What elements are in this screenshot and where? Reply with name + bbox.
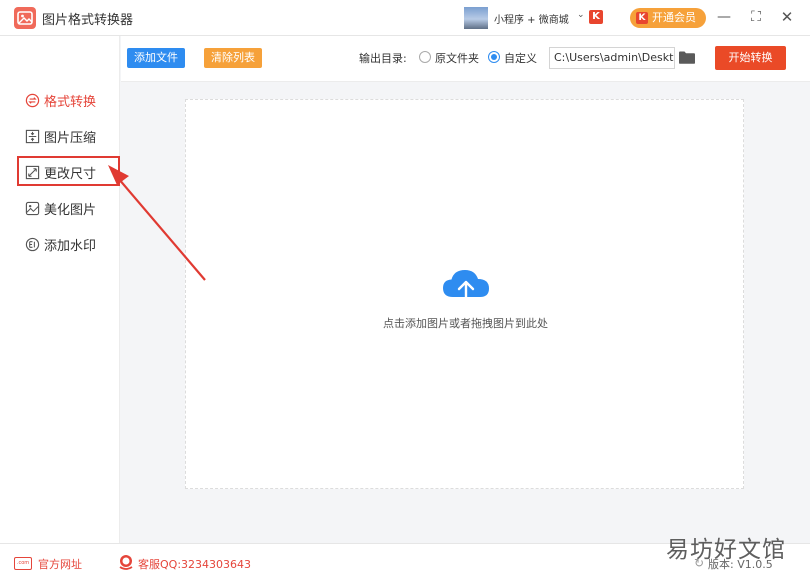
customer-service-icon[interactable] <box>117 553 135 574</box>
format-convert-icon <box>24 92 40 108</box>
folder-icon[interactable] <box>679 51 695 67</box>
watermark-icon <box>24 236 40 252</box>
radio-original-label[interactable]: 原文件夹 <box>435 50 479 66</box>
vip-button[interactable]: K 开通会员 <box>630 8 706 28</box>
beautify-icon <box>24 200 40 216</box>
minimize-button[interactable]: — <box>713 6 735 28</box>
output-dir-label: 输出目录: <box>359 52 407 65</box>
resize-highlight-annotation <box>17 156 120 186</box>
sidebar <box>0 36 120 543</box>
radio-custom-folder[interactable] <box>488 51 500 63</box>
vip-icon: K <box>636 12 648 24</box>
mini-program-link[interactable]: 小程序 + 微商城 <box>494 11 569 26</box>
maximize-button[interactable]: ⛶ <box>745 6 767 28</box>
cloud-upload-icon[interactable] <box>441 265 491 312</box>
sidebar-item-label: 美化图片 <box>44 202 97 218</box>
app-logo-icon <box>14 7 36 29</box>
website-icon[interactable]: .com <box>14 557 32 570</box>
chevron-down-icon[interactable]: ⌄ <box>577 10 585 20</box>
vip-button-label: 开通会员 <box>652 11 696 24</box>
watermark-text: 易坊好文馆 <box>666 537 786 563</box>
sidebar-item-compress[interactable]: 图片压缩 <box>24 126 96 146</box>
sidebar-item-label: 图片压缩 <box>44 130 97 146</box>
drop-zone[interactable]: 点击添加图片或者拖拽图片到此处 <box>185 99 744 489</box>
sidebar-item-format-convert[interactable]: 格式转换 <box>24 90 96 110</box>
drop-hint-text: 点击添加图片或者拖拽图片到此处 <box>383 317 548 330</box>
output-path-input[interactable]: C:\Users\admin\Deskto <box>549 47 675 69</box>
radio-custom-label[interactable]: 自定义 <box>504 50 537 66</box>
official-site-link[interactable]: 官方网址 <box>38 556 82 572</box>
clear-list-button[interactable]: 清除列表 <box>204 48 262 68</box>
app-title: 图片格式转换器 <box>42 13 134 28</box>
mini-program-thumbnail[interactable] <box>464 7 488 29</box>
sidebar-item-label: 添加水印 <box>44 238 97 254</box>
compress-icon <box>24 128 40 144</box>
sidebar-item-label: 格式转换 <box>44 94 97 110</box>
sidebar-item-beautify[interactable]: 美化图片 <box>24 198 96 218</box>
add-file-button[interactable]: 添加文件 <box>127 48 185 68</box>
start-convert-button[interactable]: 开始转换 <box>715 46 786 70</box>
customer-service-qq[interactable]: 客服QQ:3234303643 <box>138 556 251 572</box>
k-logo-icon[interactable]: K <box>589 10 603 24</box>
title-bar: 图片格式转换器 小程序 + 微商城 ⌄ K K 开通会员 — ⛶ ✕ <box>0 0 810 36</box>
radio-original-folder[interactable] <box>419 51 431 63</box>
toolbar: 添加文件 清除列表 输出目录: 原文件夹 自定义 C:\Users\admin\… <box>121 36 810 82</box>
sidebar-item-watermark[interactable]: 添加水印 <box>24 234 96 254</box>
close-button[interactable]: ✕ <box>776 6 798 28</box>
